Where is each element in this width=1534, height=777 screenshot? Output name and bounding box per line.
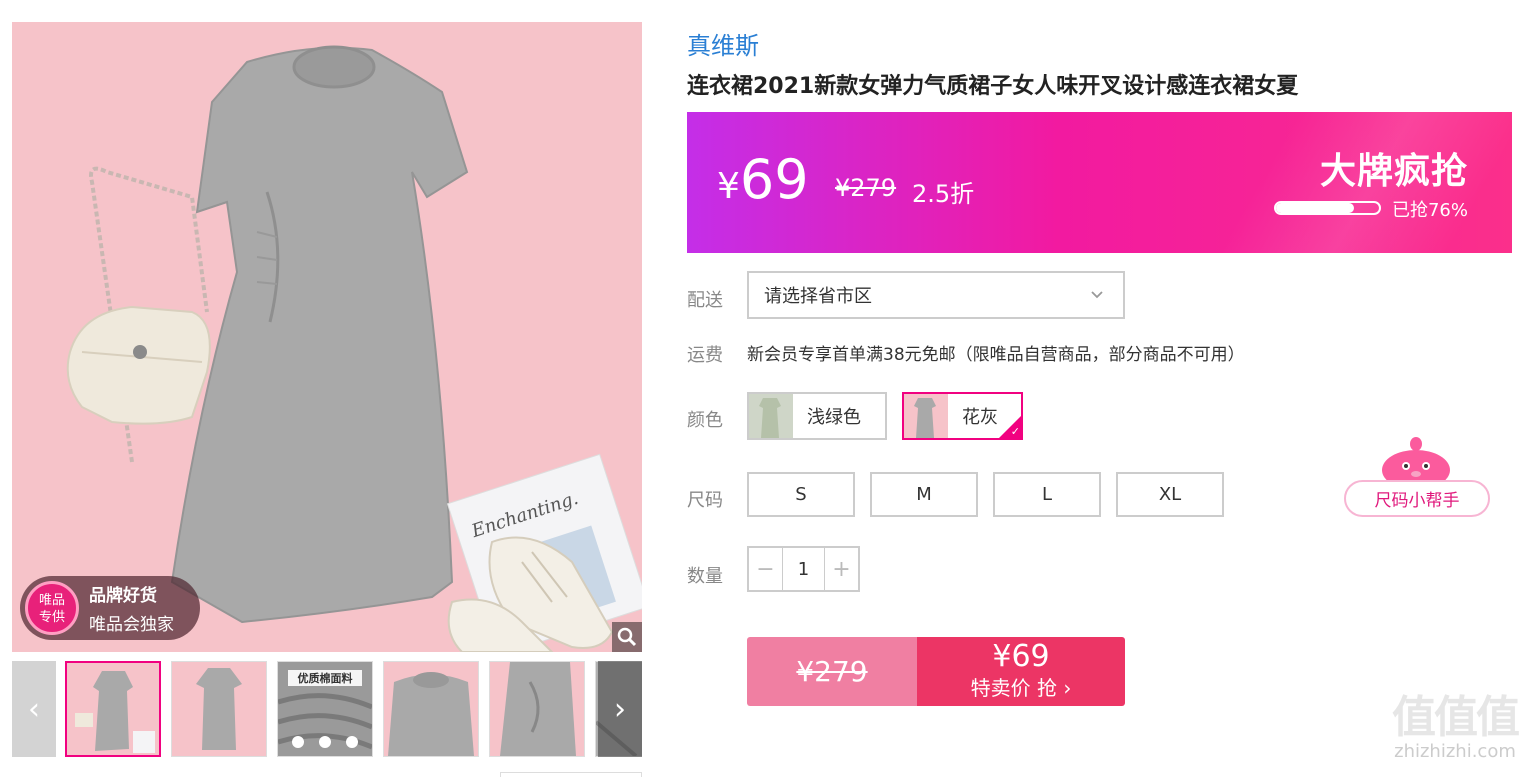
mascot-icon (1382, 437, 1450, 482)
region-select-placeholder: 请选择省市区 (764, 286, 872, 307)
thumbnail-3-label: 优质棉面料 (288, 670, 362, 686)
size-option-s[interactable]: S (747, 472, 855, 517)
buy-button[interactable]: ¥279 ¥69 特卖价 抢 › (747, 637, 1125, 706)
promo-title: 大牌疯抢 (1319, 151, 1468, 192)
product-title: 连衣裙2021新款女弹力气质裙子女人味开叉设计感连衣裙女夏 (687, 74, 1299, 99)
size-option-xl[interactable]: XL (1116, 472, 1224, 517)
currency-symbol: ¥ (717, 166, 740, 207)
checkmark-icon: ✓ (1010, 425, 1020, 438)
chevron-right-icon[interactable]: › (598, 661, 642, 757)
color-label: 颜色 (687, 410, 723, 431)
thumbnail-2[interactable] (171, 661, 267, 757)
buy-original-price: ¥279 (747, 637, 917, 706)
original-price: ¥279 (835, 174, 897, 202)
color-option-heather-gray[interactable]: 花灰 ✓ (902, 392, 1023, 440)
sale-price: ¥69 (717, 148, 809, 211)
product-photo: Enchanting. (12, 22, 642, 652)
color-option-light-green[interactable]: 浅绿色 (747, 392, 887, 440)
thumbnail-5[interactable] (489, 661, 585, 757)
main-product-image[interactable]: Enchanting. 唯品 专供 品牌好货 唯品会独家 (12, 22, 642, 652)
badge-circle-line2: 专供 (38, 610, 65, 625)
size-option-l[interactable]: L (993, 472, 1101, 517)
buy-action-label: 特卖价 抢 › (970, 676, 1072, 700)
brand-badge: 唯品 专供 品牌好货 唯品会独家 (20, 576, 200, 640)
color-swatch-image (749, 394, 793, 438)
scroll-indicator (500, 772, 642, 777)
size-option-m[interactable]: M (870, 472, 978, 517)
vip-exclusive-icon: 唯品 专供 (25, 581, 79, 635)
badge-line1: 品牌好货 (89, 586, 157, 606)
size-helper-button[interactable]: 尺码小帮手 (1344, 480, 1490, 517)
shipping-info: 新会员专享首单满38元免邮（限唯品自营商品，部分商品不可用） (747, 345, 1245, 365)
buy-sale-price: ¥69 (992, 639, 1050, 674)
watermark-logo: 值值值 (1392, 692, 1520, 743)
thumbnail-1[interactable] (65, 661, 161, 757)
brand-link[interactable]: 真维斯 (687, 26, 759, 61)
badge-line2: 唯品会独家 (89, 615, 174, 635)
sale-price-value: 69 (739, 148, 809, 211)
quantity-label: 数量 (687, 566, 723, 587)
plus-icon[interactable]: + (825, 548, 858, 590)
sold-progress-bar (1274, 201, 1381, 215)
watermark-url: zhizhizhi.com (1394, 741, 1516, 762)
badge-circle-line1: 唯品 (38, 593, 65, 608)
shipping-label: 运费 (687, 345, 723, 366)
thumbnail-3[interactable]: 优质棉面料 (277, 661, 373, 757)
minus-icon[interactable]: − (749, 548, 782, 590)
sold-progress-fill (1276, 203, 1355, 213)
delivery-label: 配送 (687, 290, 723, 311)
color-option-name: 浅绿色 (807, 407, 861, 428)
chevron-left-icon[interactable]: ‹ (12, 661, 56, 757)
discount-label: 2.5折 (912, 180, 975, 208)
price-banner: ¥69 ¥279 2.5折 大牌疯抢 已抢76% (687, 112, 1512, 253)
color-option-name: 花灰 (962, 407, 998, 428)
size-label: 尺码 (687, 490, 723, 511)
quantity-input[interactable]: 1 (782, 548, 825, 590)
thumbnail-strip: ‹ 优质棉面料 › (12, 661, 642, 757)
region-select[interactable]: 请选择省市区 (747, 271, 1125, 319)
thumbnail-4[interactable] (383, 661, 479, 757)
site-watermark: 值值值 zhizhizhi.com (1385, 692, 1525, 763)
buy-sale-area[interactable]: ¥69 特卖价 抢 › (917, 637, 1125, 706)
sold-progress-text: 已抢76% (1391, 200, 1468, 221)
color-swatch-image (904, 394, 948, 438)
quantity-stepper: − 1 + (747, 546, 860, 592)
chevron-down-icon (1091, 291, 1103, 299)
zoom-icon[interactable] (612, 622, 642, 652)
